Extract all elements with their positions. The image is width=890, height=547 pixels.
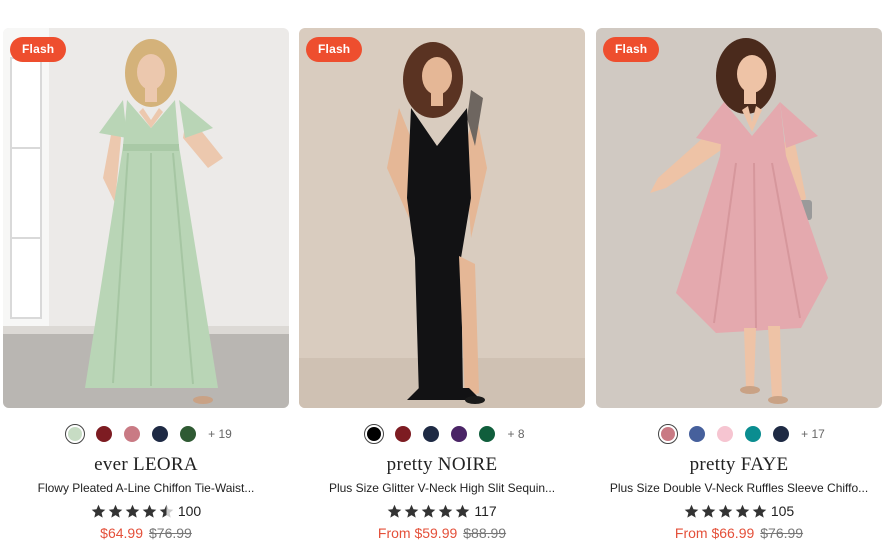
more-colors-link[interactable]: + 8 bbox=[507, 427, 524, 441]
review-count: 105 bbox=[770, 503, 795, 519]
color-swatch[interactable] bbox=[717, 426, 734, 442]
review-count: 117 bbox=[474, 503, 497, 519]
color-swatch[interactable] bbox=[479, 426, 496, 442]
flash-badge: Flash bbox=[603, 37, 660, 62]
product-grid: Flash + 19 ever LEORA Flowy Pleated A-Li… bbox=[0, 0, 890, 547]
star-icon bbox=[752, 504, 767, 518]
color-swatch[interactable] bbox=[65, 424, 86, 444]
rating: 105 bbox=[596, 502, 882, 520]
review-count: 100 bbox=[177, 503, 202, 519]
product-name[interactable]: Flowy Pleated A-Line Chiffon Tie-Waist..… bbox=[3, 481, 289, 495]
color-swatch[interactable] bbox=[773, 426, 790, 442]
product-card[interactable]: Flash + 8 pretty NOIRE Plus Size Glitter… bbox=[299, 28, 585, 547]
product-image[interactable]: Flash bbox=[299, 28, 585, 408]
brand-name: pretty NOIRE bbox=[386, 454, 498, 475]
star-icon bbox=[405, 504, 419, 518]
product-image[interactable]: Flash bbox=[596, 28, 882, 408]
color-swatch[interactable] bbox=[423, 426, 440, 442]
star-icon bbox=[422, 504, 436, 518]
star-icon bbox=[456, 504, 470, 518]
color-swatch[interactable] bbox=[745, 426, 762, 442]
color-swatch[interactable] bbox=[124, 426, 141, 442]
brand-name: ever LEORA bbox=[94, 454, 198, 475]
price-block: $64.99 $76.99 bbox=[3, 525, 289, 541]
color-swatches: + 8 bbox=[299, 424, 585, 444]
color-swatches: + 17 bbox=[596, 424, 882, 444]
product-image[interactable]: Flash bbox=[3, 28, 289, 408]
color-swatch[interactable] bbox=[451, 426, 468, 442]
star-icon bbox=[439, 504, 453, 518]
color-swatch[interactable] bbox=[96, 426, 113, 442]
color-swatches: + 19 bbox=[3, 424, 289, 444]
price-block: From $59.99 $88.99 bbox=[299, 525, 585, 541]
color-swatch[interactable] bbox=[689, 426, 706, 442]
color-swatch[interactable] bbox=[364, 424, 385, 444]
color-swatch[interactable] bbox=[658, 424, 679, 444]
rating-stars bbox=[91, 504, 176, 519]
rating: 100 bbox=[3, 502, 289, 520]
color-swatch[interactable] bbox=[180, 426, 197, 442]
more-colors-link[interactable]: + 17 bbox=[801, 427, 825, 441]
price-block: From $66.99 $76.99 bbox=[596, 525, 882, 541]
star-icon bbox=[388, 504, 402, 518]
product-name[interactable]: Plus Size Glitter V-Neck High Slit Sequi… bbox=[299, 481, 585, 495]
color-swatch[interactable] bbox=[395, 426, 412, 442]
star-icon bbox=[108, 504, 123, 518]
sale-price: From $66.99 bbox=[674, 525, 755, 541]
star-icon bbox=[125, 504, 140, 518]
star-icon bbox=[91, 504, 106, 518]
star-icon bbox=[735, 504, 750, 518]
flash-badge: Flash bbox=[306, 37, 363, 62]
sale-price: $64.99 bbox=[100, 525, 143, 541]
color-swatch[interactable] bbox=[152, 426, 169, 442]
flash-badge: Flash bbox=[10, 37, 67, 62]
original-price: $88.99 bbox=[463, 525, 507, 541]
star-icon bbox=[159, 504, 174, 518]
rating: 117 bbox=[299, 502, 585, 520]
rating-stars bbox=[684, 504, 769, 519]
brand-name: pretty FAYE bbox=[689, 454, 789, 475]
star-icon bbox=[684, 504, 699, 518]
more-colors-link[interactable]: + 19 bbox=[208, 427, 232, 441]
star-icon bbox=[701, 504, 716, 518]
product-card[interactable]: Flash + 19 ever LEORA Flowy Pleated A-Li… bbox=[3, 28, 289, 547]
sale-price: From $59.99 bbox=[377, 525, 458, 541]
product-card[interactable]: Flash + 17 pretty FAYE Plus Size Double … bbox=[596, 28, 882, 547]
product-name[interactable]: Plus Size Double V-Neck Ruffles Sleeve C… bbox=[596, 481, 882, 495]
star-icon bbox=[718, 504, 733, 518]
rating-stars bbox=[387, 504, 472, 519]
star-icon bbox=[142, 504, 157, 518]
original-price: $76.99 bbox=[149, 525, 192, 541]
original-price: $76.99 bbox=[760, 525, 804, 541]
